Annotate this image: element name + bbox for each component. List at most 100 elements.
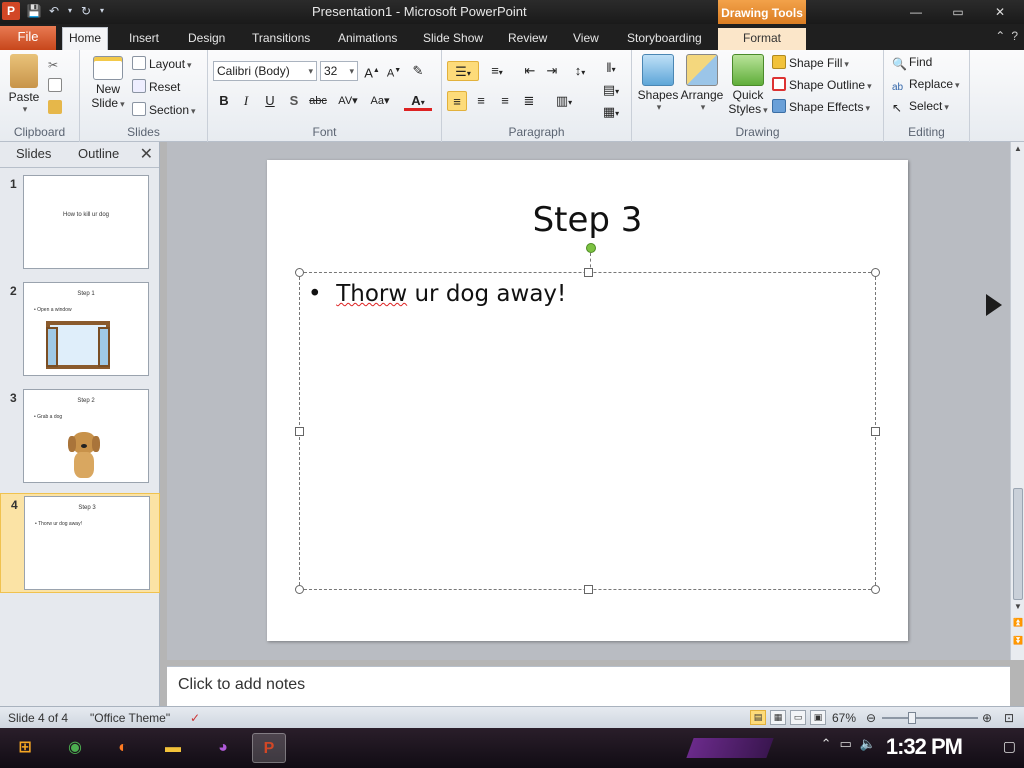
- undo-icon[interactable]: ↶: [46, 3, 62, 19]
- copy-button[interactable]: [48, 78, 65, 93]
- shape-outline-button[interactable]: Shape Outline ▾: [772, 77, 872, 92]
- bullets-icon[interactable]: ☰▾: [447, 61, 479, 81]
- chrome-icon[interactable]: ◉: [58, 733, 92, 763]
- start-button-icon[interactable]: ⊞: [8, 733, 42, 763]
- minimize-icon[interactable]: —: [896, 3, 936, 21]
- tab-storyboarding[interactable]: Storyboarding: [621, 28, 708, 50]
- slide-thumbnail-3[interactable]: 3 Step 2 • Grab a dog: [0, 387, 160, 487]
- paste-button[interactable]: Paste ▾: [6, 54, 42, 115]
- minimize-ribbon-icon[interactable]: ⌃: [995, 29, 1005, 43]
- cut-button[interactable]: ✂: [48, 56, 65, 72]
- select-button[interactable]: ↖ Select ▾: [892, 99, 949, 115]
- slide-thumbnail-1[interactable]: 1 How to kill ur dog: [0, 173, 160, 273]
- resize-handle-bottom-right[interactable]: [871, 585, 880, 594]
- tab-slide-show[interactable]: Slide Show: [417, 28, 489, 50]
- normal-view-icon[interactable]: ▤: [750, 710, 766, 725]
- justify-icon[interactable]: ≣: [519, 91, 539, 111]
- text-shadow-icon[interactable]: S: [284, 91, 304, 111]
- help-icon[interactable]: ?: [1011, 29, 1018, 43]
- next-slide-icon[interactable]: ⏬: [1011, 636, 1024, 645]
- tab-view[interactable]: View: [567, 28, 605, 50]
- arrange-button[interactable]: Arrange ▾: [680, 54, 724, 113]
- resize-handle-top-right[interactable]: [871, 268, 880, 277]
- slide-sorter-icon[interactable]: ▦: [770, 710, 786, 725]
- save-icon[interactable]: 💾: [26, 3, 42, 19]
- spelling-check-icon[interactable]: ✓: [190, 711, 200, 725]
- scroll-up-icon[interactable]: ▲: [1011, 144, 1024, 153]
- rotation-handle[interactable]: [586, 243, 596, 253]
- theme-name[interactable]: "Office Theme": [90, 711, 170, 725]
- reset-button[interactable]: Reset: [132, 79, 180, 94]
- zoom-out-icon[interactable]: ⊖: [866, 711, 876, 725]
- quick-styles-button[interactable]: Quick Styles ▾: [726, 54, 770, 116]
- redo-icon[interactable]: ↻: [78, 3, 94, 19]
- italic-icon[interactable]: I: [236, 91, 256, 111]
- format-painter-button[interactable]: [48, 100, 65, 115]
- tab-review[interactable]: Review: [502, 28, 553, 50]
- decrease-indent-icon[interactable]: ⇤: [520, 61, 540, 81]
- resize-handle-top-left[interactable]: [295, 268, 304, 277]
- replace-button[interactable]: ab Replace ▾: [892, 77, 960, 96]
- vertical-scrollbar[interactable]: ▲ ▼ ⏫ ⏬: [1010, 142, 1024, 660]
- previous-slide-icon[interactable]: ⏫: [1011, 618, 1024, 627]
- tab-slides-panel[interactable]: Slides: [16, 146, 51, 161]
- font-color-icon[interactable]: A▾: [404, 91, 432, 111]
- tab-outline-panel[interactable]: Outline: [78, 146, 119, 161]
- shape-fill-button[interactable]: Shape Fill ▾: [772, 55, 849, 70]
- zoom-in-icon[interactable]: ⊕: [982, 711, 992, 725]
- clear-formatting-icon[interactable]: ✎: [408, 61, 428, 81]
- slide-title[interactable]: Step 3: [267, 200, 908, 240]
- align-right-icon[interactable]: ≡: [495, 91, 515, 111]
- bold-icon[interactable]: B: [214, 91, 234, 111]
- shrink-font-icon[interactable]: A▼: [384, 61, 404, 81]
- show-hidden-icons-icon[interactable]: ⌃: [821, 736, 832, 752]
- font-name-box[interactable]: Calibri (Body) ▾: [213, 61, 317, 81]
- tab-format[interactable]: Format: [718, 28, 806, 50]
- zoom-level[interactable]: 67%: [832, 711, 856, 725]
- convert-smartart-icon[interactable]: ▦▾: [597, 102, 625, 122]
- scroll-down-icon[interactable]: ▼: [1011, 602, 1024, 611]
- tab-home[interactable]: Home: [62, 27, 109, 51]
- tab-animations[interactable]: Animations: [332, 28, 403, 50]
- strikethrough-icon[interactable]: abc: [308, 91, 328, 111]
- find-button[interactable]: 🔍 Find: [892, 55, 932, 71]
- maximize-icon[interactable]: ▭: [938, 3, 978, 21]
- increase-indent-icon[interactable]: ⇥: [542, 61, 562, 81]
- notes-placeholder[interactable]: Click to add notes: [178, 676, 305, 694]
- slide-thumbnail-4[interactable]: 4 Step 3 • Thorw ur dog away!: [0, 493, 160, 593]
- file-explorer-icon[interactable]: ▬: [156, 733, 190, 763]
- app-mask-icon[interactable]: ◕: [206, 733, 240, 763]
- customize-qat-icon[interactable]: ▾: [98, 3, 106, 19]
- close-icon[interactable]: ✕: [980, 3, 1020, 21]
- zoom-slider-thumb[interactable]: [908, 712, 916, 724]
- reading-view-icon[interactable]: ▭: [790, 710, 806, 725]
- shape-effects-button[interactable]: Shape Effects ▾: [772, 99, 870, 114]
- font-size-box[interactable]: 32 ▾: [320, 61, 358, 81]
- tab-insert[interactable]: Insert: [123, 28, 165, 50]
- powerpoint-app-icon[interactable]: P: [2, 2, 20, 20]
- current-slide-canvas[interactable]: Step 3 • Thorw ur dog away!: [267, 160, 908, 641]
- new-slide-button[interactable]: New Slide ▾: [88, 56, 128, 110]
- underline-icon[interactable]: U: [260, 91, 280, 111]
- zoom-slider-track[interactable]: [882, 717, 978, 719]
- tab-transitions[interactable]: Transitions: [246, 28, 316, 50]
- resize-handle-top[interactable]: [584, 268, 593, 277]
- tab-design[interactable]: Design: [182, 28, 231, 50]
- resize-handle-left[interactable]: [295, 427, 304, 436]
- align-center-icon[interactable]: ≡: [471, 91, 491, 111]
- text-direction-icon[interactable]: ǁ▾: [597, 58, 625, 78]
- change-case-icon[interactable]: Aa▾: [366, 91, 394, 111]
- section-button[interactable]: Section ▾: [132, 102, 196, 117]
- align-left-icon[interactable]: ≡: [447, 91, 467, 111]
- tab-file[interactable]: File: [0, 26, 56, 50]
- notifications-icon[interactable]: ▢: [1003, 738, 1016, 755]
- align-text-icon[interactable]: ▤▾: [597, 80, 625, 100]
- line-spacing-icon[interactable]: ↕▾: [566, 61, 594, 81]
- volume-icon[interactable]: 🔈: [860, 736, 876, 752]
- resize-handle-bottom[interactable]: [584, 585, 593, 594]
- resize-handle-bottom-left[interactable]: [295, 585, 304, 594]
- slide-thumbnail-2[interactable]: 2 Step 1 • Open a window: [0, 280, 160, 380]
- content-placeholder[interactable]: • Thorw ur dog away!: [295, 243, 880, 594]
- close-panel-icon[interactable]: ✕: [140, 144, 153, 164]
- taskbar-clock[interactable]: 1:32 PM: [886, 734, 963, 760]
